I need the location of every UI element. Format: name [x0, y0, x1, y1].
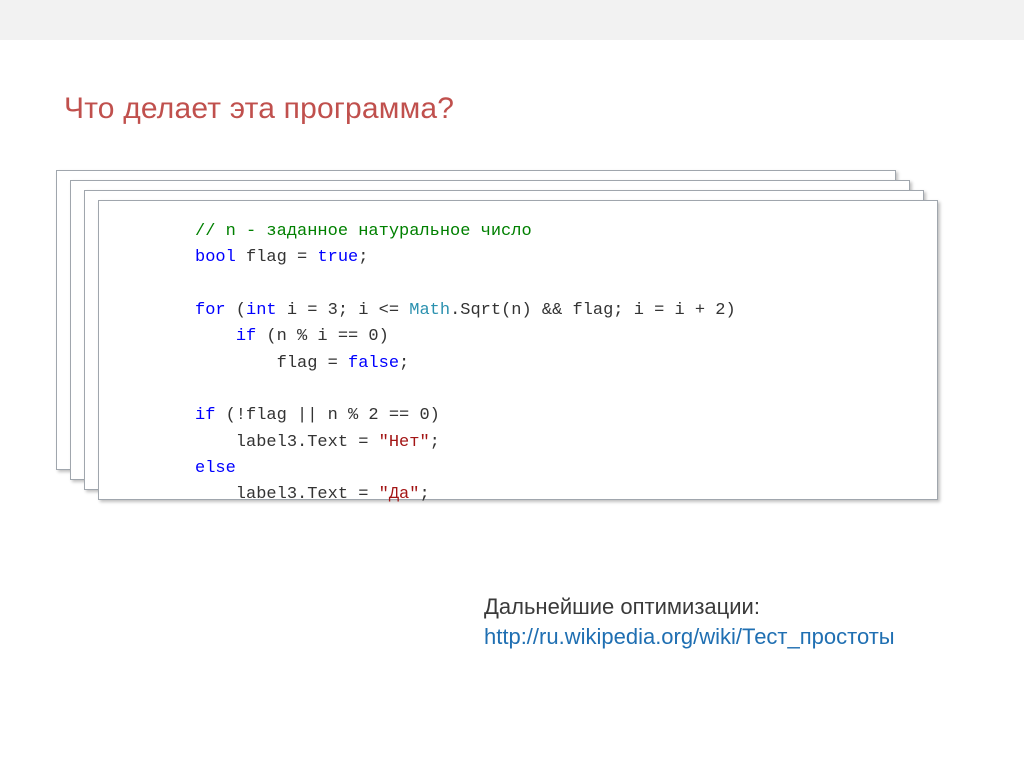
- code-text: ;: [399, 354, 409, 373]
- code-text: (!flag || n % 2 == 0): [215, 406, 439, 425]
- code-keyword-else: else: [195, 459, 236, 478]
- code-type-math: Math: [409, 301, 450, 320]
- code-text: flag =: [236, 248, 318, 267]
- code-keyword-if: if: [195, 406, 215, 425]
- slide: Что делает эта программа? // n - заданно…: [0, 40, 1024, 767]
- footnote-link[interactable]: http://ru.wikipedia.org/wiki/Тест_просто…: [484, 624, 895, 649]
- code-keyword-bool: bool: [195, 248, 236, 267]
- code-text: i = 3; i <=: [277, 301, 410, 320]
- code-card-stack: // n - заданное натуральное число bool f…: [56, 170, 954, 510]
- top-band: [0, 0, 1024, 40]
- code-text: ;: [419, 485, 429, 504]
- code-keyword-false: false: [348, 354, 399, 373]
- code-text: (: [226, 301, 246, 320]
- code-text: ;: [358, 248, 368, 267]
- code-keyword-for: for: [195, 301, 226, 320]
- code-text: label3.Text =: [195, 485, 379, 504]
- code-text: (n % i == 0): [256, 327, 389, 346]
- code-text: flag =: [195, 354, 348, 373]
- code-text: label3.Text =: [195, 433, 379, 452]
- code-string-net: "Нет": [379, 433, 430, 452]
- footnote-label: Дальнейшие оптимизации:: [484, 592, 895, 622]
- code-block: // n - заданное натуральное число bool f…: [195, 219, 909, 509]
- footnote: Дальнейшие оптимизации: http://ru.wikipe…: [484, 592, 895, 651]
- code-text: .Sqrt(n) && flag; i = i + 2): [450, 301, 736, 320]
- slide-title: Что делает эта программа?: [64, 92, 960, 126]
- code-string-da: "Да": [379, 485, 420, 504]
- code-keyword-if: if: [236, 327, 256, 346]
- code-card-front: // n - заданное натуральное число bool f…: [98, 200, 938, 500]
- code-keyword-int: int: [246, 301, 277, 320]
- code-comment: // n - заданное натуральное число: [195, 222, 532, 241]
- code-text: ;: [430, 433, 440, 452]
- code-text: [195, 327, 236, 346]
- code-keyword-true: true: [317, 248, 358, 267]
